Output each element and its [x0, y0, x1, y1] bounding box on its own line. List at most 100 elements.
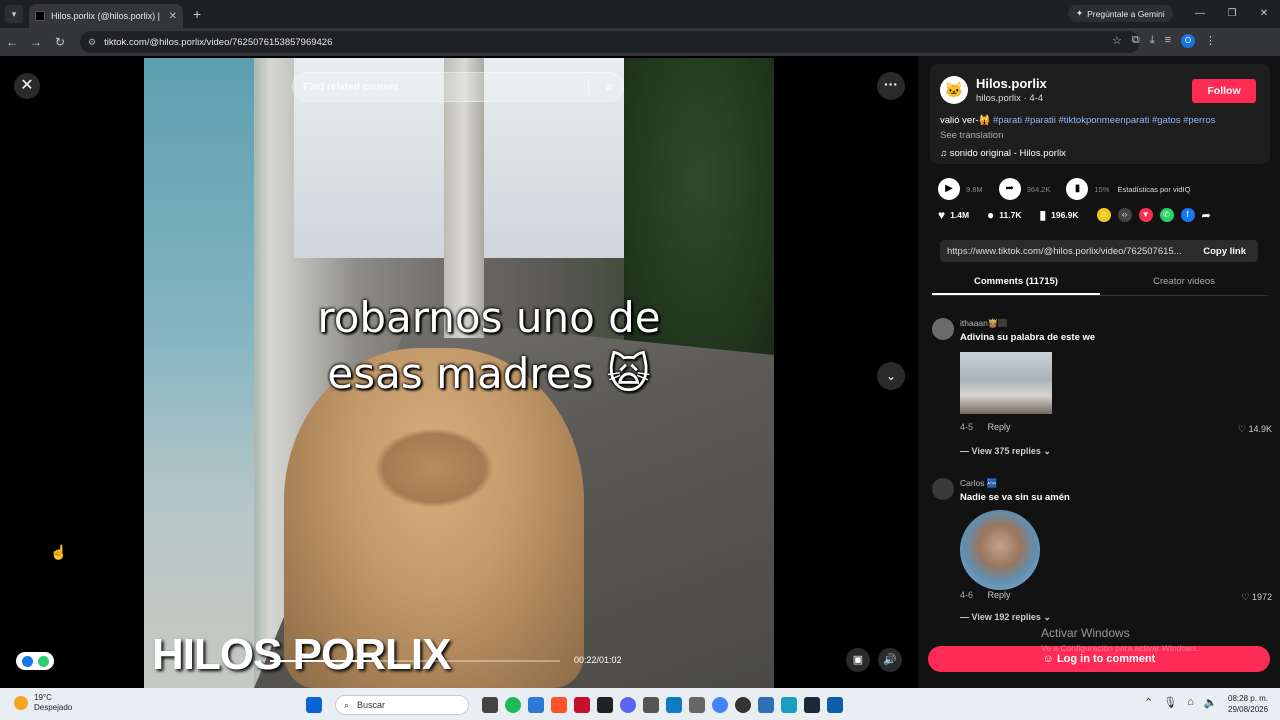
comment-likes[interactable]: ♡ 14.9K: [1238, 424, 1272, 435]
tab-creator-videos[interactable]: Creator videos: [1100, 268, 1268, 295]
caption-line-1: robarnos uno de: [317, 293, 661, 342]
maximize-icon[interactable]: ❐: [1216, 0, 1248, 28]
copy-link-button[interactable]: Copy link: [1203, 246, 1246, 257]
caption-line-2: esas madres 🙀: [327, 349, 651, 398]
repost-icon[interactable]: ☺: [1096, 208, 1111, 222]
reply-button[interactable]: Reply: [988, 590, 1011, 600]
app-cyan-icon[interactable]: [781, 697, 797, 713]
start-windows-icon[interactable]: [306, 697, 322, 713]
site-info-icon[interactable]: ⚙: [88, 37, 96, 48]
whatsapp-icon[interactable]: ✆: [1159, 208, 1174, 222]
author-avatar[interactable]: 🐱: [940, 76, 968, 104]
bookmark-star-icon[interactable]: ☆: [1112, 34, 1122, 48]
more-options-button[interactable]: ···: [877, 72, 905, 100]
description-hashtags[interactable]: #parati #paratii #tiktokponmeenparati #g…: [993, 115, 1215, 126]
commenter-avatar[interactable]: [932, 318, 954, 340]
more-share-icon[interactable]: ➦: [1202, 209, 1211, 222]
extension-badge[interactable]: [16, 652, 54, 670]
discord-icon[interactable]: [620, 697, 636, 713]
comment-image-man[interactable]: [960, 510, 1040, 590]
like-action[interactable]: ♥ 1.4M: [938, 208, 969, 222]
forward-icon[interactable]: →: [24, 35, 48, 49]
app-window-icon[interactable]: [758, 697, 774, 713]
network-icon[interactable]: ⌂: [1187, 696, 1194, 709]
epic-games-icon[interactable]: [597, 697, 613, 713]
app-dark-icon[interactable]: [735, 697, 751, 713]
app-blue-icon[interactable]: [666, 697, 682, 713]
panel-tabs: Comments (11715) Creator videos: [932, 268, 1268, 296]
user-icon: ☺: [1042, 653, 1057, 665]
comment-action[interactable]: ● 11.7K: [987, 208, 1021, 222]
author-name[interactable]: Hilos.porlix: [976, 76, 1047, 91]
steam-icon[interactable]: [804, 697, 820, 713]
browser-tab[interactable]: Hilos.porlix (@hilos.porlix) | ... ✕: [29, 4, 183, 28]
video-progress-bar[interactable]: [270, 660, 560, 662]
commenter-name[interactable]: Carlos 🏧: [960, 478, 998, 489]
tab-comments[interactable]: Comments (11715): [932, 268, 1100, 295]
facebook-icon[interactable]: f: [1180, 208, 1195, 222]
follow-button[interactable]: Follow: [1192, 79, 1256, 103]
address-bar[interactable]: ⚙ tiktok.com/@hilos.porlix/video/7625076…: [80, 31, 1140, 53]
taskbar-clock[interactable]: 08:28 p. m. 29/08/2026: [1228, 693, 1268, 715]
spotify-icon[interactable]: [505, 697, 521, 713]
chrome-icon[interactable]: [712, 697, 728, 713]
close-video-button[interactable]: ✕: [14, 73, 40, 99]
system-tray: ⌃ 🎙 ⌂ 🔈: [1144, 696, 1218, 709]
video-link-text[interactable]: https://www.tiktok.com/@hilos.porlix/vid…: [947, 246, 1203, 257]
stats-bar-icon[interactable]: ▮: [1066, 178, 1089, 200]
microphone-icon[interactable]: 🎙: [1163, 696, 1177, 709]
back-icon[interactable]: ←: [0, 35, 24, 49]
task-view-icon[interactable]: [482, 697, 498, 713]
comment-text: Adivina su palabra de este we: [960, 332, 1096, 343]
volume-button[interactable]: 🔊: [878, 648, 902, 672]
new-tab-icon[interactable]: +: [193, 6, 201, 22]
weather-widget[interactable]: 19°C Despejado: [14, 693, 72, 713]
gemini-button[interactable]: ✦ Pregúntale a Gemini: [1068, 5, 1173, 22]
video-player[interactable]: Find related content ⌕ robarnos uno de e…: [144, 58, 774, 688]
app-azure-icon[interactable]: [827, 697, 843, 713]
app-red-icon[interactable]: [574, 697, 590, 713]
commenter-name[interactable]: ithaaan👸🏽🏽: [960, 318, 1007, 329]
comment-image-cat[interactable]: [960, 352, 1052, 414]
play-icon[interactable]: ▶: [938, 178, 960, 200]
app-tool-icon[interactable]: [689, 697, 705, 713]
music-link[interactable]: ♫ sonido original - Hilos.porlix: [940, 148, 1066, 159]
comment-likes[interactable]: ♡ 1972: [1241, 592, 1272, 603]
reply-button[interactable]: Reply: [988, 422, 1011, 432]
url-text: tiktok.com/@hilos.porlix/video/762507615…: [104, 36, 333, 48]
view-replies-button[interactable]: — View 192 replies ⌄: [960, 612, 1051, 623]
floating-player-button[interactable]: ▣: [846, 648, 870, 672]
share-arrow-icon[interactable]: ➦: [998, 178, 1021, 200]
speaker-icon[interactable]: 🔈: [1204, 696, 1218, 709]
weather-desc: Despejado: [34, 703, 73, 712]
reload-icon[interactable]: ↻: [48, 35, 72, 49]
profile-avatar[interactable]: O: [1181, 34, 1196, 48]
taskbar-icons: ⌕ Buscar: [306, 695, 843, 715]
menu-kebab-icon[interactable]: ⋮: [1205, 34, 1216, 48]
download-icon[interactable]: ⤓: [1150, 34, 1155, 48]
vidiq-label[interactable]: Estadísticas por vidIQ: [1117, 185, 1190, 194]
save-action[interactable]: ▮ 196.9K: [1040, 208, 1079, 222]
commenter-avatar[interactable]: [932, 478, 954, 500]
extensions-icon[interactable]: ⧉: [1132, 34, 1140, 48]
close-tab-icon[interactable]: ✕: [169, 11, 177, 22]
find-related-search[interactable]: Find related content ⌕: [292, 72, 624, 102]
search-icon[interactable]: ⌕: [606, 79, 613, 94]
embed-icon[interactable]: ‹›: [1117, 208, 1132, 222]
reading-list-icon[interactable]: ≡: [1165, 34, 1171, 48]
app-box-icon[interactable]: [643, 697, 659, 713]
next-video-button[interactable]: ⌄: [877, 362, 905, 390]
tab-search-icon[interactable]: ▾: [5, 5, 23, 23]
comment-meta: 4-5 Reply: [960, 422, 1011, 432]
store-icon[interactable]: [528, 697, 544, 713]
see-translation-link[interactable]: See translation: [940, 130, 1003, 141]
mouse-cursor-icon: ☝: [50, 544, 68, 560]
minimize-icon[interactable]: —: [1184, 0, 1216, 28]
send-icon[interactable]: ▼: [1138, 208, 1153, 222]
close-window-icon[interactable]: ✕: [1248, 0, 1280, 28]
view-replies-button[interactable]: — View 375 replies ⌄: [960, 446, 1051, 457]
taskbar-search[interactable]: ⌕ Buscar: [335, 695, 469, 715]
tray-chevron-icon[interactable]: ⌃: [1144, 696, 1153, 709]
brave-icon[interactable]: [551, 697, 567, 713]
comment-date: 4-5: [960, 422, 974, 432]
